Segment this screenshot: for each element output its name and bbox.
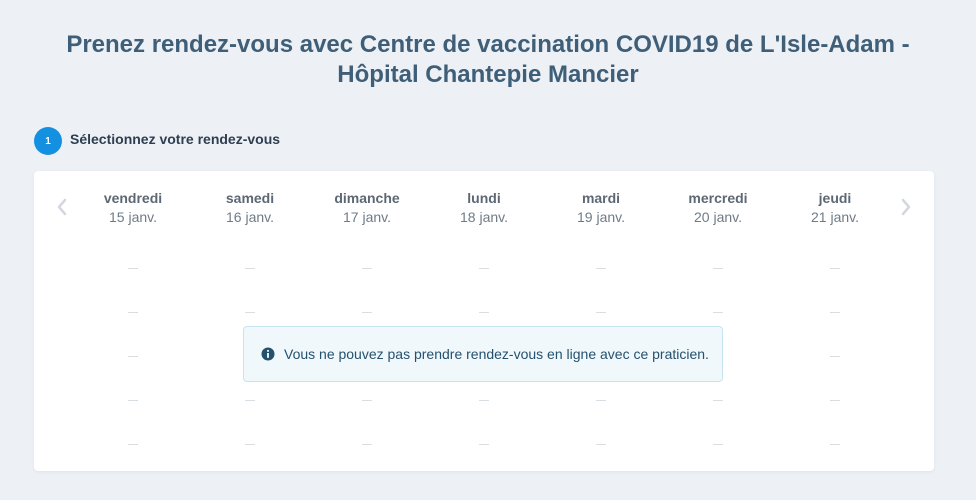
day-date: 18 janv. [460, 209, 508, 225]
empty-slot-placeholder [128, 312, 138, 313]
empty-slot-placeholder [362, 444, 372, 445]
empty-slot-placeholder [713, 312, 723, 313]
alert-message: Vous ne pouvez pas prendre rendez-vous e… [284, 346, 709, 362]
empty-slot-placeholder [830, 312, 840, 313]
info-icon [261, 347, 275, 361]
empty-slot-placeholder [713, 268, 723, 269]
day-name: jeudi [818, 190, 852, 206]
empty-slot-placeholder [830, 400, 840, 401]
day-name: mercredi [688, 190, 748, 206]
empty-slot-placeholder [362, 268, 372, 269]
prev-week-button[interactable] [52, 195, 72, 219]
chevron-right-icon [901, 198, 911, 216]
day-column-header: mercredi 20 janv. [663, 189, 773, 227]
day-date: 19 janv. [577, 209, 625, 225]
step-number-badge: 1 [34, 127, 62, 155]
day-date: 16 janv. [226, 209, 274, 225]
empty-slot-placeholder [479, 444, 489, 445]
empty-slot-placeholder [596, 400, 606, 401]
step-label: Sélectionnez votre rendez-vous [70, 131, 281, 147]
empty-slot-placeholder [128, 400, 138, 401]
empty-slot-placeholder [596, 268, 606, 269]
step-indicator: 1 Sélectionnez votre rendez-vous [34, 127, 280, 155]
page-title-line-2: Hôpital Chantepie Mancier [337, 61, 639, 88]
day-name: samedi [225, 190, 275, 206]
day-column-header: vendredi 15 janv. [78, 189, 188, 227]
empty-slot-placeholder [245, 268, 255, 269]
day-name: mardi [581, 190, 621, 206]
empty-slot-placeholder [128, 268, 138, 269]
calendar-card: vendredi 15 janv. samedi 16 janv. dimanc… [34, 171, 934, 471]
day-name: dimanche [334, 190, 400, 206]
day-column-header: jeudi 21 janv. [780, 189, 890, 227]
next-week-button[interactable] [896, 195, 916, 219]
empty-slot-placeholder [362, 312, 372, 313]
empty-slot-placeholder [362, 400, 372, 401]
empty-slot-placeholder [479, 312, 489, 313]
day-date: 17 janv. [343, 209, 391, 225]
empty-slot-placeholder [128, 356, 138, 357]
empty-slot-placeholder [713, 444, 723, 445]
empty-slot-placeholder [830, 444, 840, 445]
empty-slot-placeholder [245, 400, 255, 401]
empty-slot-placeholder [596, 444, 606, 445]
page-title: Prenez rendez-vous avec Centre de vaccin… [0, 30, 976, 90]
empty-slot-placeholder [245, 312, 255, 313]
page-title-line-1: Prenez rendez-vous avec Centre de vaccin… [66, 31, 910, 58]
empty-slot-placeholder [830, 268, 840, 269]
unavailable-alert: Vous ne pouvez pas prendre rendez-vous e… [243, 326, 723, 382]
empty-slot-placeholder [245, 444, 255, 445]
empty-slot-placeholder [479, 268, 489, 269]
empty-slot-placeholder [128, 444, 138, 445]
day-column-header: mardi 19 janv. [546, 189, 656, 227]
empty-slot-placeholder [479, 400, 489, 401]
empty-slot-placeholder [830, 356, 840, 357]
day-column-header: samedi 16 janv. [195, 189, 305, 227]
empty-slot-placeholder [713, 400, 723, 401]
day-column-header: dimanche 17 janv. [312, 189, 422, 227]
day-date: 15 janv. [109, 209, 157, 225]
empty-slot-placeholder [596, 312, 606, 313]
day-date: 21 janv. [811, 209, 859, 225]
day-name: lundi [467, 190, 501, 206]
day-date: 20 janv. [694, 209, 742, 225]
day-name: vendredi [103, 190, 163, 206]
chevron-left-icon [57, 198, 67, 216]
day-column-header: lundi 18 janv. [429, 189, 539, 227]
